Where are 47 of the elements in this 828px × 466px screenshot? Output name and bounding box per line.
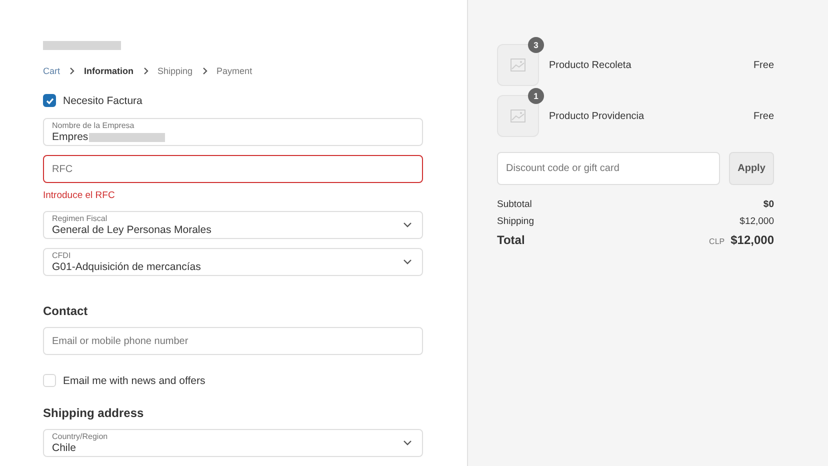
field-value: Chile (52, 442, 77, 454)
summary-label: Shipping (497, 216, 534, 227)
field-value: General de Ley Personas Morales (52, 224, 212, 236)
field-label: Regimen Fiscal (52, 214, 108, 224)
apply-button[interactable]: Apply (729, 152, 774, 185)
section-heading: Shipping address (43, 406, 145, 420)
image-placeholder-icon (510, 108, 526, 124)
field-value: Empres (52, 131, 88, 144)
quantity-badge: 3 (528, 37, 544, 53)
form-field[interactable]: RFC (43, 155, 423, 184)
field-placeholder: Email or mobile phone number (52, 336, 188, 347)
product-price: Free (753, 60, 774, 70)
field-label: Country/Region (52, 432, 108, 442)
caret-icon (403, 222, 412, 228)
caret-icon (403, 259, 412, 266)
summary-value: $12,000 (740, 216, 774, 227)
quantity-badge: 1 (528, 88, 544, 104)
chevron-icon (200, 67, 209, 76)
field-label: Nombre de la Empresa (52, 121, 136, 132)
product-price: Free (753, 110, 774, 122)
field-value: G01-Adquisición de mercancías (52, 261, 201, 274)
chevron-icon (68, 67, 76, 76)
field-label: CFDI (52, 251, 72, 262)
field-placeholder: RFC (52, 164, 73, 175)
section-heading: Contact (43, 304, 89, 318)
chevron-icon (142, 67, 150, 76)
discount-field[interactable]: Discount code or gift card (497, 152, 720, 185)
form-field[interactable]: Nombre de la Empresa Empres (43, 118, 423, 146)
currency-code: CLP (709, 237, 725, 246)
caret-icon (403, 440, 412, 446)
checkbox-label: Email me with news and offers (63, 374, 206, 387)
form-field[interactable]: Regimen Fiscal General de Ley Personas Morales (43, 211, 423, 240)
form-field[interactable]: CFDI G01-Adquisición de mercancías (43, 248, 423, 276)
summary-label: Subtotal (497, 199, 532, 210)
checkbox-label: Necesito Factura (63, 94, 142, 107)
email-field[interactable]: Email or mobile phone number (43, 327, 423, 356)
breadcrumb-link[interactable]: Cart (43, 66, 60, 76)
image-placeholder-icon (510, 57, 526, 73)
product-name: Producto Recoleta (549, 60, 632, 70)
product-name: Producto Providencia (549, 110, 646, 122)
country-select[interactable]: Country/Region Chile (43, 429, 423, 458)
error-message: Introduce el RFC (43, 190, 116, 202)
summary-value: $0 (763, 199, 774, 210)
checkbox[interactable] (43, 94, 56, 108)
summary-value: $12,000 (730, 233, 774, 247)
summary-label: Total (497, 233, 525, 247)
checkmark-icon (44, 96, 54, 106)
